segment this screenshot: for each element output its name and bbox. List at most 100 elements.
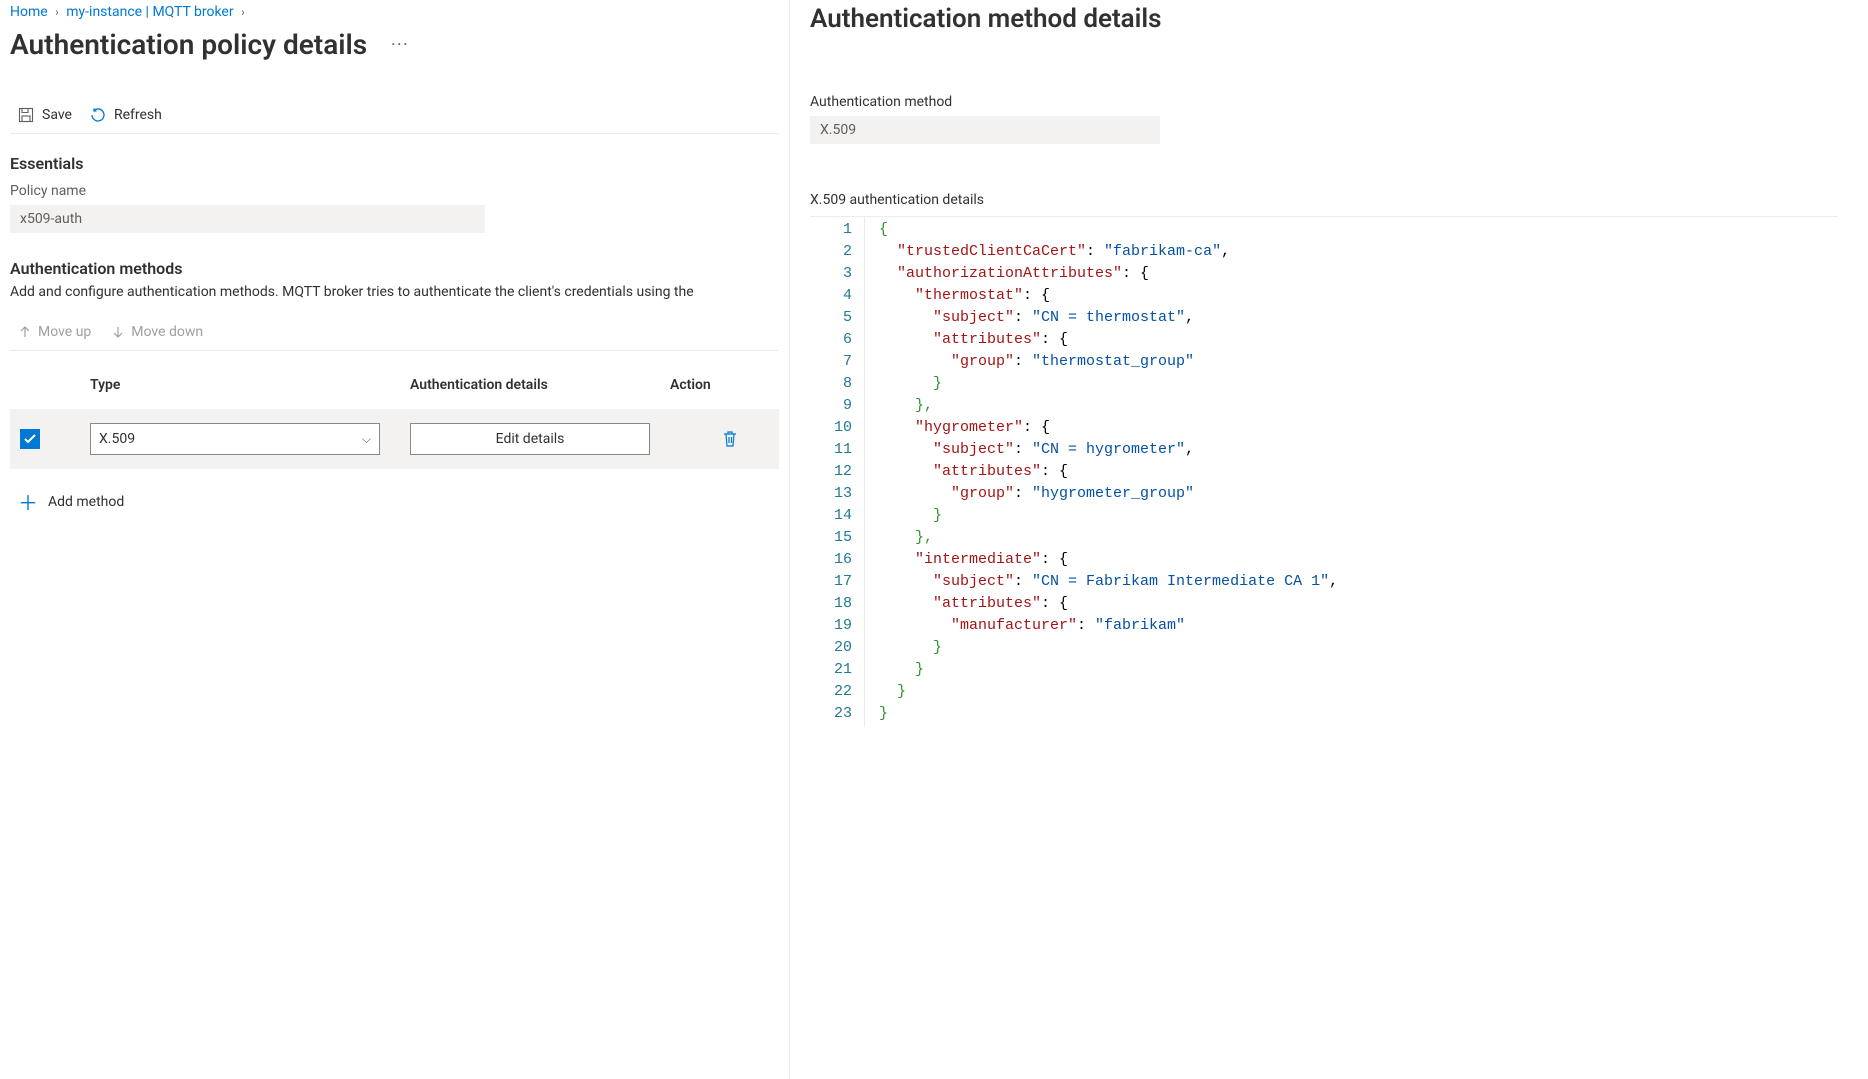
breadcrumb: Home › my-instance | MQTT broker › [10,0,779,28]
code-editor[interactable]: 1234567891011121314151617181920212223 {"… [810,216,1838,727]
checkmark-icon [23,432,37,446]
save-button[interactable]: Save [18,107,72,123]
line-number: 3 [810,263,852,285]
code-line[interactable]: "subject": "CN = Fabrikam Intermediate C… [879,571,1338,593]
auth-methods-heading: Authentication methods [10,259,779,278]
line-number: 15 [810,527,852,549]
page-title: Authentication policy details [10,28,367,61]
breadcrumb-instance[interactable]: my-instance | MQTT broker [66,4,233,20]
line-number: 19 [810,615,852,637]
auth-method-field: X.509 [810,116,1160,144]
code-line[interactable]: }, [879,527,1338,549]
code-line[interactable]: } [879,659,1338,681]
right-panel: Authentication method details Authentica… [790,0,1868,1079]
code-line[interactable]: } [879,681,1338,703]
table-row: X.509 ⌵ Edit details [10,409,779,469]
line-number: 2 [810,241,852,263]
code-line[interactable]: "group": "hygrometer_group" [879,483,1338,505]
line-number: 18 [810,593,852,615]
code-line[interactable]: } [879,703,1338,725]
code-content[interactable]: {"trustedClientCaCert": "fabrikam-ca","a… [865,217,1338,727]
line-number: 23 [810,703,852,725]
breadcrumb-home[interactable]: Home [10,4,48,20]
line-number: 7 [810,351,852,373]
type-select[interactable]: X.509 ⌵ [90,423,380,455]
line-number: 5 [810,307,852,329]
column-type: Type [90,377,410,393]
policy-name-label: Policy name [10,183,779,199]
arrow-down-icon [111,325,125,339]
arrow-up-icon [18,325,32,339]
move-down-label: Move down [131,324,203,340]
more-actions-icon[interactable]: ··· [391,37,409,53]
line-number: 9 [810,395,852,417]
add-method-label: Add method [48,494,124,510]
edit-details-button[interactable]: Edit details [410,423,650,455]
policy-name-field: x509-auth [10,205,485,233]
delete-button[interactable] [670,430,790,448]
auth-details-label: X.509 authentication details [810,192,1838,208]
column-details: Authentication details [410,377,670,393]
plus-icon: ＋ [18,487,38,516]
code-line[interactable]: "subject": "CN = hygrometer", [879,439,1338,461]
auth-method-label: Authentication method [810,94,1838,110]
refresh-icon [90,107,106,123]
refresh-button-label: Refresh [114,107,162,123]
code-line[interactable]: "hygrometer": { [879,417,1338,439]
code-line[interactable]: "attributes": { [879,593,1338,615]
row-checkbox[interactable] [20,429,40,449]
line-number: 10 [810,417,852,439]
code-line[interactable]: "attributes": { [879,461,1338,483]
auth-methods-description: Add and configure authentication methods… [10,284,779,300]
line-number: 21 [810,659,852,681]
left-panel: Home › my-instance | MQTT broker › Authe… [0,0,790,1079]
save-button-label: Save [42,107,72,123]
page-title-row: Authentication policy details ··· [10,28,779,65]
move-up-label: Move up [38,324,91,340]
table-header: Type Authentication details Action [10,371,779,409]
line-number: 17 [810,571,852,593]
move-down-button[interactable]: Move down [111,324,203,340]
code-line[interactable]: { [879,219,1338,241]
line-number: 12 [810,461,852,483]
line-number: 4 [810,285,852,307]
chevron-right-icon: › [55,5,59,19]
code-line[interactable]: "group": "thermostat_group" [879,351,1338,373]
essentials-heading: Essentials [10,154,779,173]
code-line[interactable]: "attributes": { [879,329,1338,351]
chevron-down-icon: ⌵ [362,432,371,447]
right-panel-title: Authentication method details [810,4,1838,34]
line-number: 6 [810,329,852,351]
code-line[interactable]: "thermostat": { [879,285,1338,307]
line-number-gutter: 1234567891011121314151617181920212223 [810,217,865,727]
line-number: 1 [810,219,852,241]
type-select-value: X.509 [99,431,135,447]
move-toolbar: Move up Move down [10,318,779,351]
line-number: 11 [810,439,852,461]
trash-icon [721,430,739,448]
auth-methods-table: Type Authentication details Action X.509… [10,371,779,469]
command-bar: Save Refresh [10,101,779,134]
line-number: 13 [810,483,852,505]
add-method-button[interactable]: ＋ Add method [10,487,779,516]
code-line[interactable]: "intermediate": { [879,549,1338,571]
code-line[interactable]: "manufacturer": "fabrikam" [879,615,1338,637]
line-number: 22 [810,681,852,703]
code-line[interactable]: } [879,637,1338,659]
code-line[interactable]: "trustedClientCaCert": "fabrikam-ca", [879,241,1338,263]
move-up-button[interactable]: Move up [18,324,91,340]
edit-details-label: Edit details [496,431,565,447]
chevron-right-icon: › [241,5,245,19]
line-number: 16 [810,549,852,571]
code-line[interactable]: "authorizationAttributes": { [879,263,1338,285]
code-line[interactable]: } [879,505,1338,527]
line-number: 20 [810,637,852,659]
code-line[interactable]: } [879,373,1338,395]
refresh-button[interactable]: Refresh [90,107,162,123]
line-number: 8 [810,373,852,395]
save-icon [18,107,34,123]
line-number: 14 [810,505,852,527]
code-line[interactable]: "subject": "CN = thermostat", [879,307,1338,329]
column-action: Action [670,377,790,393]
code-line[interactable]: }, [879,395,1338,417]
